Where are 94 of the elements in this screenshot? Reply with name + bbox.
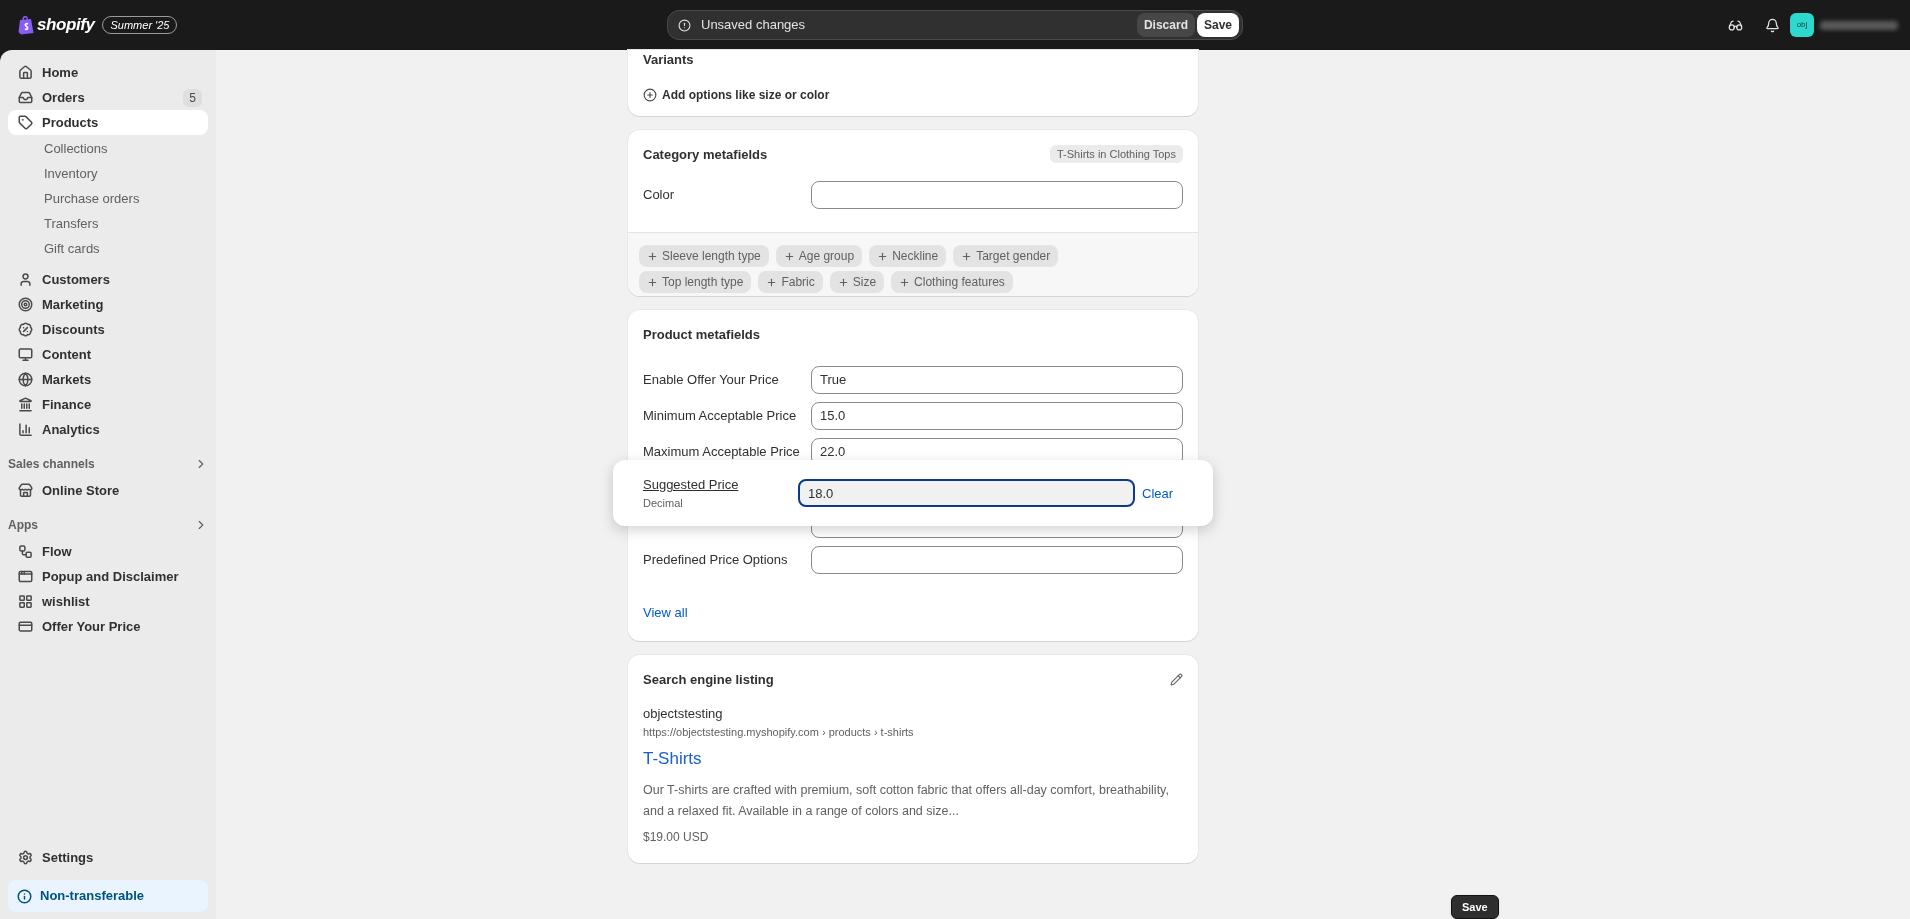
section-title: Apps bbox=[8, 517, 38, 534]
page-description: Our T-shirts are crafted with premium, soft cotton fabric that offers all-day comfort, breathability, and a relaxed fit. Available in a range of colors and size... bbox=[643, 781, 1170, 820]
card-title: Product metafields bbox=[643, 326, 762, 345]
card-title: Search engine listing bbox=[643, 670, 774, 689]
metafield-suggestion-chip[interactable]: Age group bbox=[775, 245, 863, 267]
percent-badge-icon bbox=[18, 322, 33, 337]
field-label: Enable Offer Your Price bbox=[643, 371, 779, 389]
logo-text: shopify bbox=[37, 14, 95, 37]
nav-item[interactable]: Collections bbox=[8, 136, 208, 161]
site-name: objectstesting bbox=[643, 705, 724, 724]
plus-icon bbox=[837, 276, 849, 288]
field-label: Color bbox=[643, 186, 675, 205]
store-icon bbox=[18, 483, 33, 498]
alert-icon bbox=[678, 18, 691, 32]
nav-item[interactable]: Purchase orders bbox=[8, 186, 208, 211]
nav-item[interactable]: Markets bbox=[8, 367, 208, 392]
field-label: Maximum Acceptable Price bbox=[643, 443, 800, 461]
count-badge: 5 bbox=[183, 88, 202, 107]
nav-item[interactable]: Customers bbox=[8, 267, 208, 292]
nav-item[interactable]: Content bbox=[8, 342, 208, 367]
bank-icon bbox=[18, 397, 33, 412]
app-window-icon bbox=[18, 569, 33, 584]
nav-item[interactable]: Flow bbox=[8, 539, 208, 564]
nav-item[interactable]: Popup and Disclaimer bbox=[8, 564, 208, 589]
inbox-icon bbox=[18, 90, 33, 105]
nav-item[interactable]: Home bbox=[8, 60, 208, 85]
price: $19.00 USD bbox=[643, 828, 710, 846]
discard-button[interactable]: Discard bbox=[1136, 13, 1195, 37]
plus-icon bbox=[647, 250, 658, 262]
monitor-icon bbox=[18, 347, 33, 362]
notification-bell-icon[interactable] bbox=[1765, 17, 1780, 33]
nav-item[interactable]: Products bbox=[8, 110, 208, 135]
tag-icon bbox=[18, 115, 33, 130]
text-field[interactable] bbox=[811, 545, 1183, 574]
info-banner: Non-transferable bbox=[8, 880, 208, 912]
text-field[interactable]: 15.0 bbox=[811, 401, 1183, 430]
nav-item[interactable]: Finance bbox=[8, 392, 208, 417]
field-label: Predefined Price Options bbox=[643, 551, 788, 569]
page-title: T-Shirts bbox=[643, 748, 703, 771]
plus-circle-icon bbox=[643, 87, 657, 102]
nav-item[interactable]: Inventory bbox=[8, 161, 208, 186]
page-url: https://objectstesting.myshopify.com › products › t-shirts bbox=[643, 724, 915, 740]
metafield-suggestion-chip[interactable]: Sleeve length type bbox=[639, 245, 769, 267]
target-icon bbox=[18, 297, 33, 312]
plus-icon bbox=[783, 250, 795, 262]
nav-item[interactable]: Transfers bbox=[8, 211, 208, 236]
edit-icon[interactable] bbox=[1170, 673, 1183, 686]
unsaved-message: Unsaved changes bbox=[701, 16, 807, 35]
text-field[interactable] bbox=[811, 181, 1183, 209]
settings-icon bbox=[18, 850, 33, 865]
view-all-link[interactable]: View all bbox=[643, 602, 688, 623]
card-title: Variants bbox=[643, 51, 695, 69]
nav-item[interactable]: Gift cards bbox=[8, 236, 208, 261]
suggested-price-field[interactable]: 18.0 bbox=[798, 479, 1135, 508]
nav-item[interactable]: wishlist bbox=[8, 589, 208, 614]
nav-item[interactable]: Settings bbox=[8, 845, 208, 870]
globe-icon bbox=[18, 372, 33, 387]
home-icon bbox=[18, 65, 33, 80]
plus-icon bbox=[766, 276, 778, 288]
metafield-suggestion-chip[interactable]: Size bbox=[829, 271, 885, 293]
metafield-suggestion-chip[interactable]: Top length type bbox=[639, 271, 752, 293]
grid-icon bbox=[18, 594, 33, 609]
add-options-button[interactable]: Add options like size or color bbox=[643, 85, 830, 104]
nav-item[interactable]: Orders 5 bbox=[8, 85, 208, 110]
field-type: Decimal bbox=[643, 495, 684, 511]
save-button[interactable]: Save bbox=[1451, 895, 1499, 919]
avatar[interactable]: obj bbox=[1790, 13, 1814, 37]
nav-item[interactable]: Marketing bbox=[8, 292, 208, 317]
plus-icon bbox=[647, 276, 658, 288]
nav-item[interactable]: Analytics bbox=[8, 417, 208, 442]
metafield-suggestion-chip[interactable]: Neckline bbox=[869, 245, 947, 267]
person-icon bbox=[18, 272, 33, 287]
section-title: Sales channels bbox=[8, 456, 95, 473]
shopping-bag-icon bbox=[18, 15, 34, 35]
nav-item[interactable]: Offer Your Price bbox=[8, 614, 208, 639]
text-field[interactable]: True bbox=[811, 365, 1183, 394]
workflow-icon bbox=[18, 544, 33, 559]
plus-icon bbox=[877, 250, 889, 262]
field-label: Minimum Acceptable Price bbox=[643, 407, 797, 425]
metafield-suggestion-chip[interactable]: Fabric bbox=[758, 271, 823, 293]
nav-item[interactable]: Online Store bbox=[8, 478, 208, 503]
info-icon bbox=[17, 888, 32, 904]
plus-icon bbox=[899, 276, 911, 288]
bar-chart-icon bbox=[18, 422, 33, 437]
card-icon bbox=[18, 619, 33, 634]
plus-icon bbox=[961, 250, 973, 262]
save-button[interactable]: Save bbox=[1196, 13, 1239, 37]
metafield-suggestion-chip[interactable]: Target gender bbox=[953, 245, 1059, 267]
field-label: Suggested Price bbox=[643, 476, 740, 495]
category-tag: T-Shirts in Clothing Tops bbox=[1049, 145, 1183, 164]
clear-button[interactable]: Clear bbox=[1142, 483, 1174, 503]
nav-item[interactable]: Discounts bbox=[8, 317, 208, 342]
card-title: Category metafields bbox=[643, 145, 768, 164]
metafield-suggestion-chip[interactable]: Clothing features bbox=[891, 271, 1013, 293]
